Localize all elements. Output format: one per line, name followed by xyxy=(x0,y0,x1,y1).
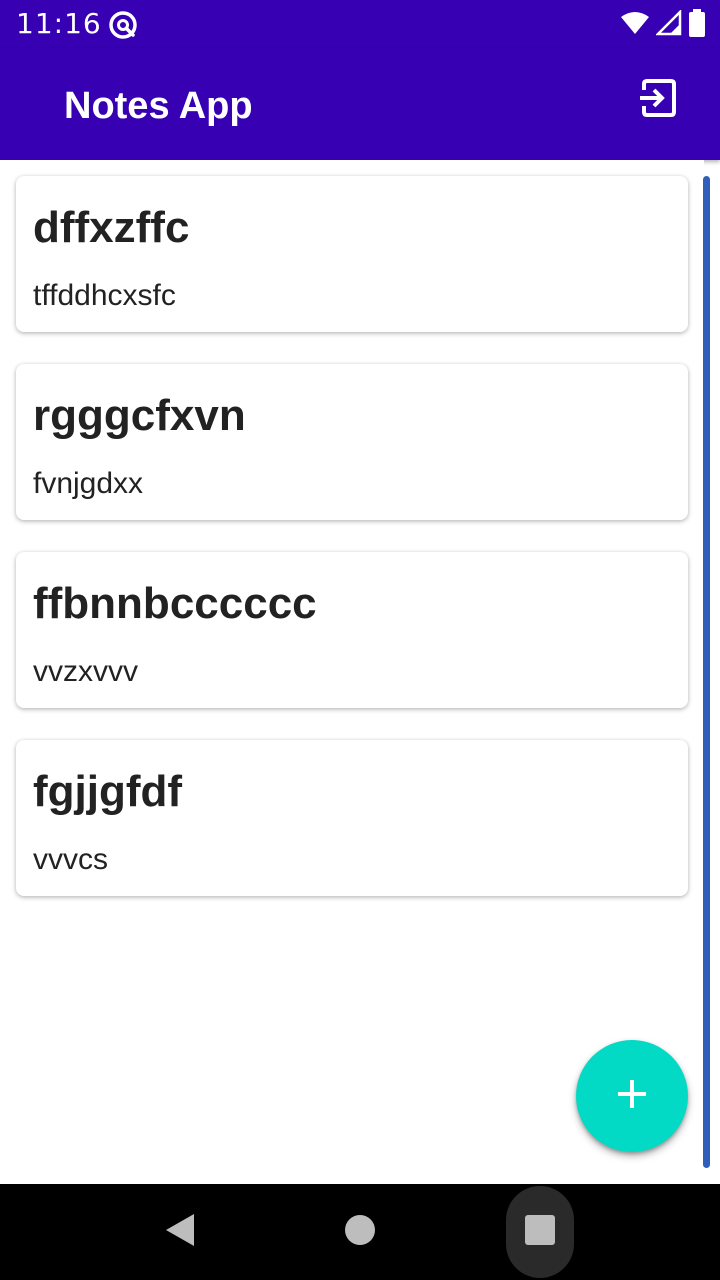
at-sign-icon xyxy=(108,10,138,40)
note-body: fvnjgdxx xyxy=(33,467,144,500)
note-card[interactable]: ffbnnbcccccc vvzxvvv xyxy=(16,552,688,708)
logout-icon xyxy=(638,78,678,122)
back-triangle-icon xyxy=(164,1213,196,1251)
home-button[interactable] xyxy=(330,1202,390,1262)
note-card[interactable]: fgjjgfdf vvvcs xyxy=(16,740,688,896)
add-note-button[interactable] xyxy=(576,1040,688,1152)
note-card[interactable]: rgggcfxvn fvnjgdxx xyxy=(16,364,688,520)
note-title: rgggcfxvn xyxy=(33,391,246,440)
notes-list: dffxzffc tffddhcxsfc rgggcfxvn fvnjgdxx … xyxy=(0,160,704,912)
note-title: dffxzffc xyxy=(33,203,190,252)
recents-button[interactable] xyxy=(506,1186,574,1278)
note-title: fgjjgfdf xyxy=(33,767,183,816)
note-body: tffddhcxsfc xyxy=(33,279,176,312)
note-title: ffbnnbcccccc xyxy=(33,579,317,628)
back-button[interactable] xyxy=(150,1202,210,1262)
scrollbar[interactable] xyxy=(703,176,710,1168)
signal-icon xyxy=(654,8,682,40)
battery-icon xyxy=(688,9,706,41)
note-body: vvvcs xyxy=(33,843,108,876)
note-body: vvzxvvv xyxy=(33,655,138,688)
recents-square-icon xyxy=(525,1215,555,1249)
logout-button[interactable] xyxy=(636,78,680,122)
plus-icon xyxy=(616,1078,648,1114)
status-bar: 11:16 xyxy=(0,0,720,48)
app-title: Notes App xyxy=(64,85,253,127)
note-card[interactable]: dffxzffc tffddhcxsfc xyxy=(16,176,688,332)
app-bar: Notes App xyxy=(0,48,720,160)
status-icons xyxy=(620,8,706,41)
home-circle-icon xyxy=(344,1214,376,1250)
status-time: 11:16 xyxy=(16,7,102,40)
wifi-icon xyxy=(620,10,650,40)
navigation-bar xyxy=(0,1184,720,1280)
